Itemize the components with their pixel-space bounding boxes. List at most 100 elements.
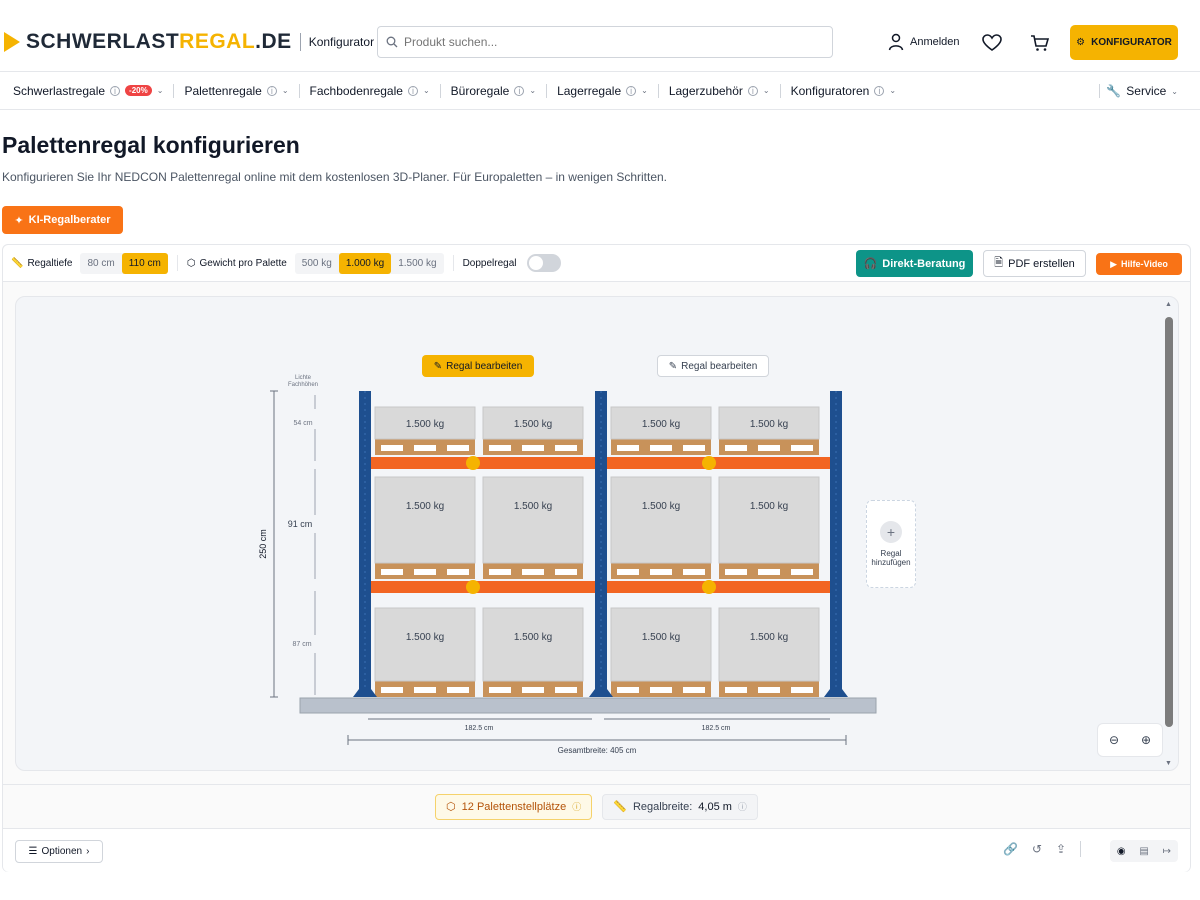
sparkle-icon: ✦ xyxy=(14,214,24,227)
scrollbar-thumb[interactable] xyxy=(1165,317,1173,727)
panel-footer: ☰ Optionen › 🔗 ↺ ⇪ ◉ ▤ ↦ xyxy=(3,828,1190,872)
pallet-weight-label: 1.500 kg xyxy=(642,632,680,643)
reset-icon[interactable]: ↺ xyxy=(1032,842,1042,856)
pallet-gap xyxy=(791,445,813,451)
pallet-gap xyxy=(650,445,672,451)
pallet-gap xyxy=(447,687,469,693)
logo[interactable]: SCHWERLASTREGAL.DE Konfigurator xyxy=(4,30,374,54)
edit-rack-2-button[interactable]: ✎ Regal bearbeiten xyxy=(657,355,769,377)
page-title: Palettenregal konfigurieren xyxy=(2,132,300,158)
gear-icon: ⚙ xyxy=(1076,37,1086,48)
beam xyxy=(598,457,836,469)
nav-item-lagerzubehoer[interactable]: Lagerzubehör i ⌄ xyxy=(659,72,780,109)
info-icon: i xyxy=(407,85,418,96)
wrench-icon: 🔧 xyxy=(1106,84,1122,98)
nav-item-konfiguratoren[interactable]: Konfiguratoren i ⌄ xyxy=(781,72,906,109)
ki-advisor-button[interactable]: ✦ KI-Regalberater xyxy=(2,206,123,234)
rack-width-value: 4,05 m xyxy=(698,800,732,813)
document-icon: 🗎 xyxy=(994,257,1004,269)
share-icon[interactable]: ⇪ xyxy=(1056,842,1066,856)
zoom-controls: ⊖ ⊕ xyxy=(1097,723,1163,757)
pdf-label: PDF erstellen xyxy=(1008,257,1075,270)
pallet-weight-label: 1.500 kg xyxy=(642,501,680,512)
export-icon[interactable]: ↦ xyxy=(1163,846,1171,857)
login-link[interactable]: Anmelden xyxy=(888,33,960,51)
beam-lock xyxy=(466,456,480,470)
add-rack-button[interactable]: + Regal hinzufügen xyxy=(866,500,916,588)
nav-item-palettenregale[interactable]: Palettenregale i ⌄ xyxy=(174,72,298,109)
nav-label: Palettenregale xyxy=(184,83,262,98)
link-icon[interactable]: 🔗 xyxy=(1003,842,1018,856)
configurator-panel: 📏 Regaltiefe 80 cm 110 cm ⬡ Gewicht pro … xyxy=(2,244,1191,872)
logo-text: SCHWERLASTREGAL.DE xyxy=(26,30,292,53)
plus-icon: + xyxy=(880,521,902,543)
konfigurator-button[interactable]: ⚙ KONFIGURATOR xyxy=(1070,25,1178,60)
help-video-button[interactable]: ▶ Hilfe-Video xyxy=(1096,253,1182,275)
edit-rack-1-button[interactable]: ✎ Regal bearbeiten xyxy=(422,355,534,377)
layout-icon[interactable]: ▤ xyxy=(1139,846,1148,857)
zoom-out-icon[interactable]: ⊖ xyxy=(1109,733,1119,747)
total-width-label: Gesamtbreite: 405 cm xyxy=(558,746,637,755)
upright xyxy=(359,391,371,697)
double-rack-toggle[interactable] xyxy=(526,254,561,272)
nav-label: Lagerzubehör xyxy=(668,83,743,98)
rack-drawing: Lichte Fachhöhen 250 cm 54 cm 91 cm 87 c… xyxy=(258,375,877,755)
depth-option-80[interactable]: 80 cm xyxy=(80,253,121,274)
logo-arrow-icon xyxy=(4,32,20,52)
pdf-button[interactable]: 🗎 PDF erstellen xyxy=(983,250,1086,277)
weight-option-1500[interactable]: 1.500 kg xyxy=(391,253,443,274)
clear-heights-label: Fachhöhen xyxy=(288,382,318,388)
beam xyxy=(362,581,600,593)
footer-actions: 🔗 ↺ ⇪ xyxy=(1003,841,1082,857)
chevron-down-icon: ⌄ xyxy=(281,86,289,95)
chevron-down-icon: ⌄ xyxy=(762,86,770,95)
pencil-icon: ✎ xyxy=(668,360,678,372)
pallet-gap xyxy=(617,687,639,693)
upright xyxy=(830,391,842,697)
scroll-down-icon[interactable]: ▼ xyxy=(1165,760,1172,767)
scroll-up-icon[interactable]: ▲ xyxy=(1165,301,1172,308)
nav-item-schwerlastregale[interactable]: Schwerlastregale i -20% ⌄ xyxy=(0,72,173,109)
main-nav: Schwerlastregale i -20% ⌄ Palettenregale… xyxy=(0,72,1200,110)
pallet-places-chip: ⬡ 12 Palettenstellplätze ⓘ xyxy=(435,793,593,820)
info-icon[interactable]: ⓘ xyxy=(738,800,747,813)
pallet-gap xyxy=(489,445,511,451)
options-button[interactable]: ☰ Optionen › xyxy=(15,840,103,863)
nav-item-lagerregale[interactable]: Lagerregale i ⌄ xyxy=(547,72,658,109)
nav-item-bueroregale[interactable]: Büroregale i ⌄ xyxy=(441,72,546,109)
nav-item-fachbodenregale[interactable]: Fachbodenregale i ⌄ xyxy=(300,72,440,109)
depth-selector: 80 cm 110 cm xyxy=(80,252,168,274)
chevron-down-icon: ⌄ xyxy=(889,86,897,95)
pallet-load xyxy=(610,476,712,564)
konfigurator-label: KONFIGURATOR xyxy=(1091,37,1172,48)
depth-option-110[interactable]: 110 cm xyxy=(121,252,168,274)
cart-button[interactable] xyxy=(1029,32,1051,54)
search-input[interactable] xyxy=(404,35,804,49)
canvas-scrollbar[interactable]: ▲ ▼ xyxy=(1164,301,1174,767)
beam-lock xyxy=(466,580,480,594)
edit-label: Regal bearbeiten xyxy=(681,360,758,372)
weight-option-1000[interactable]: 1.000 kg xyxy=(338,252,392,274)
wishlist-button[interactable] xyxy=(981,32,1003,54)
sliders-icon: ☰ xyxy=(28,846,38,857)
rack-width-label: Regalbreite: xyxy=(632,800,693,813)
nav-item-service[interactable]: 🔧 Service ⌄ xyxy=(1106,72,1178,110)
zoom-in-icon[interactable]: ⊕ xyxy=(1141,733,1151,747)
pallet-gap xyxy=(414,569,436,575)
chevron-right-icon: › xyxy=(86,846,90,857)
pallet-gap xyxy=(522,569,544,575)
info-icon: i xyxy=(626,85,637,96)
upright-foot xyxy=(824,689,848,697)
info-icon[interactable]: ⓘ xyxy=(572,800,581,813)
ruler-icon: 📏 xyxy=(613,801,627,813)
direkt-beratung-button[interactable]: 🎧 Direkt-Beratung xyxy=(856,250,973,277)
pallet-weight-label: 1.500 kg xyxy=(406,419,444,430)
double-group: Doppelregal xyxy=(463,254,561,272)
pallet-gap xyxy=(650,569,672,575)
search-box[interactable] xyxy=(377,26,833,58)
weight-option-500[interactable]: 500 kg xyxy=(295,253,339,274)
search-icon xyxy=(386,36,398,48)
rack-canvas[interactable]: Lichte Fachhöhen 250 cm 54 cm 91 cm 87 c… xyxy=(15,296,1179,771)
pallet-load xyxy=(610,607,712,682)
eye-icon[interactable]: ◉ xyxy=(1117,846,1126,857)
